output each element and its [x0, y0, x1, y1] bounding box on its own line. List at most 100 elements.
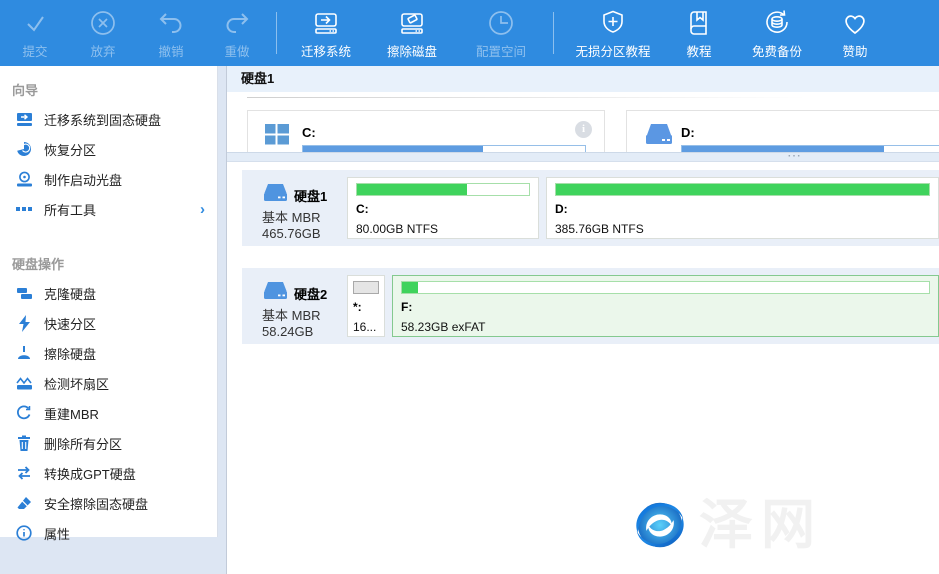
- usage-fill: [357, 184, 467, 195]
- disk-row-2[interactable]: 硬盘2 基本 MBR 58.24GB *: 16... F: 58: [242, 268, 939, 344]
- disk-tab-label: 硬盘1: [241, 71, 274, 86]
- migrate-system-button[interactable]: 迁移系统: [283, 3, 369, 63]
- partition-f[interactable]: F: 58.23GB exFAT: [392, 275, 939, 337]
- sidebar-item-label: 检测坏扇区: [44, 374, 109, 393]
- sidebar-item-clone-disk[interactable]: 克隆硬盘: [0, 278, 217, 308]
- sidebar-section-wizards: 向导 迁移系统到固态硬盘 恢复分区 制作启动光盘 所有工具 ›: [0, 66, 217, 224]
- top-toolbar: 提交 放弃 撤销 重做 迁移系统 擦除磁盘 配置空间: [0, 0, 939, 66]
- partition-usage-bar: [401, 281, 930, 294]
- sidebar-item-quick-partition[interactable]: 快速分区: [0, 308, 217, 338]
- eraser-icon: [15, 495, 33, 512]
- sidebar-item-label: 转换成GPT硬盘: [44, 464, 136, 483]
- hard-drive-icon: [262, 183, 289, 205]
- sidebar-item-label: 安全擦除固态硬盘: [44, 494, 148, 513]
- sidebar: 向导 迁移系统到固态硬盘 恢复分区 制作启动光盘 所有工具 ›: [0, 66, 218, 537]
- volume-usage-bar: [302, 145, 586, 152]
- partition-info: 80.00GB NTFS: [356, 222, 530, 236]
- partition-track: *: 16... F: 58.23GB exFAT: [347, 268, 939, 344]
- disk-size: 465.76GB: [262, 226, 321, 241]
- windows-logo-icon: [264, 122, 290, 148]
- chevron-right-icon: ›: [200, 201, 205, 218]
- sidebar-item-check-bad-sectors[interactable]: 检测坏扇区: [0, 368, 217, 398]
- volume-card-c[interactable]: C: i: [247, 110, 605, 152]
- disk-name: 硬盘1: [294, 186, 327, 205]
- partition-usage-bar: [555, 183, 930, 196]
- volume-usage-bar: [681, 145, 939, 152]
- sidebar-item-wipe-disk[interactable]: 擦除硬盘: [0, 338, 217, 368]
- disk-tab-strip[interactable]: 硬盘1: [227, 66, 939, 92]
- sidebar-item-properties[interactable]: 属性: [0, 518, 217, 548]
- disk-type: 基本 MBR: [262, 207, 321, 226]
- free-backup-button[interactable]: 免费备份: [732, 3, 822, 63]
- submit-button[interactable]: 提交: [2, 3, 68, 63]
- partition-usage-bar: [356, 183, 530, 196]
- sidebar-item-delete-all-partitions[interactable]: 删除所有分区: [0, 428, 217, 458]
- partition-label: C:: [356, 202, 530, 216]
- toolbar-divider: [276, 12, 277, 54]
- sidebar-item-label: 重建MBR: [44, 404, 99, 423]
- sidebar-item-convert-to-gpt[interactable]: 转换成GPT硬盘: [0, 458, 217, 488]
- heart-icon: [840, 7, 870, 37]
- sidebar-item-label: 擦除硬盘: [44, 344, 96, 363]
- database-sync-icon: [762, 7, 792, 37]
- tutorial-button[interactable]: 教程: [666, 3, 732, 63]
- sidebar-item-label: 属性: [44, 524, 70, 543]
- disk-size: 58.24GB: [262, 324, 313, 339]
- sidebar-item-recover-partition[interactable]: 恢复分区: [0, 134, 217, 164]
- sidebar-item-make-bootable-media[interactable]: 制作启动光盘: [0, 164, 217, 194]
- sidebar-item-label: 删除所有分区: [44, 434, 122, 453]
- sidebar-item-secure-erase-ssd[interactable]: 安全擦除固态硬盘: [0, 488, 217, 518]
- undo-button[interactable]: 撤销: [138, 3, 204, 63]
- sidebar-item-label: 迁移系统到固态硬盘: [44, 110, 161, 129]
- partition-c[interactable]: C: 80.00GB NTFS: [347, 177, 539, 239]
- trash-icon: [15, 435, 33, 452]
- sidebar-item-migrate-os-to-ssd[interactable]: 迁移系统到固态硬盘: [0, 104, 217, 134]
- disk-list-panel: 硬盘1 基本 MBR 465.76GB C: 80.00GB NTFS D:: [227, 162, 939, 574]
- pane-splitter[interactable]: ⋯: [227, 152, 939, 162]
- bootable-disc-icon: [15, 171, 33, 188]
- allocate-space-button[interactable]: 配置空间: [455, 3, 547, 63]
- donate-button[interactable]: 赞助: [822, 3, 888, 63]
- info-icon[interactable]: i: [575, 121, 592, 138]
- clock-pie-icon: [487, 7, 515, 37]
- partition-label: *:: [353, 300, 379, 314]
- rebuild-circular-arrow-icon: [15, 405, 33, 422]
- sidebar-item-rebuild-mbr[interactable]: 重建MBR: [0, 398, 217, 428]
- sidebar-item-all-tools[interactable]: 所有工具 ›: [0, 194, 217, 224]
- volume-overview-strip: C: i D:: [227, 92, 939, 152]
- info-circle-icon: [15, 525, 33, 542]
- partition-label: F:: [401, 300, 930, 314]
- partition-tutorial-button[interactable]: 无损分区教程: [560, 3, 666, 63]
- disk-row-1[interactable]: 硬盘1 基本 MBR 465.76GB C: 80.00GB NTFS D:: [242, 170, 939, 246]
- watermark: 泽网: [629, 494, 823, 556]
- sidebar-item-label: 制作启动光盘: [44, 170, 122, 189]
- partition-usage-bar: [353, 281, 379, 294]
- partition-unlabeled[interactable]: *: 16...: [347, 275, 385, 337]
- lightning-icon: [15, 315, 33, 332]
- disk-info-block: 硬盘2 基本 MBR 58.24GB: [242, 268, 347, 344]
- main-area: 硬盘1 C: i D: ⋯: [226, 66, 939, 574]
- discard-button[interactable]: 放弃: [68, 3, 138, 63]
- partition-info: 385.76GB NTFS: [555, 222, 930, 236]
- watermark-logo-icon: [629, 494, 691, 556]
- sidebar-item-label: 快速分区: [44, 314, 96, 333]
- disk-type: 基本 MBR: [262, 305, 321, 324]
- erase-disk-button[interactable]: 擦除磁盘: [369, 3, 455, 63]
- volume-name: D:: [681, 125, 695, 140]
- volume-card-d[interactable]: D:: [626, 110, 939, 152]
- section-title: 硬盘操作: [0, 252, 217, 278]
- toolbar-divider: [553, 12, 554, 54]
- disk-info-block: 硬盘1 基本 MBR 465.76GB: [242, 170, 347, 246]
- partition-label: D:: [555, 202, 930, 216]
- redo-arrow-icon: [223, 7, 251, 37]
- disk-name: 硬盘2: [294, 284, 327, 303]
- partition-track: C: 80.00GB NTFS D: 385.76GB NTFS: [347, 170, 939, 246]
- partition-d[interactable]: D: 385.76GB NTFS: [546, 177, 939, 239]
- redo-button[interactable]: 重做: [204, 3, 270, 63]
- sidebar-item-label: 恢复分区: [44, 140, 96, 159]
- sidebar-section-disk-operations: 硬盘操作 克隆硬盘 快速分区 擦除硬盘 检测坏扇区: [0, 240, 217, 548]
- usage-fill: [556, 184, 929, 195]
- usage-fill: [354, 282, 378, 293]
- sidebar-item-label: 克隆硬盘: [44, 284, 96, 303]
- shield-plus-icon: [599, 7, 627, 37]
